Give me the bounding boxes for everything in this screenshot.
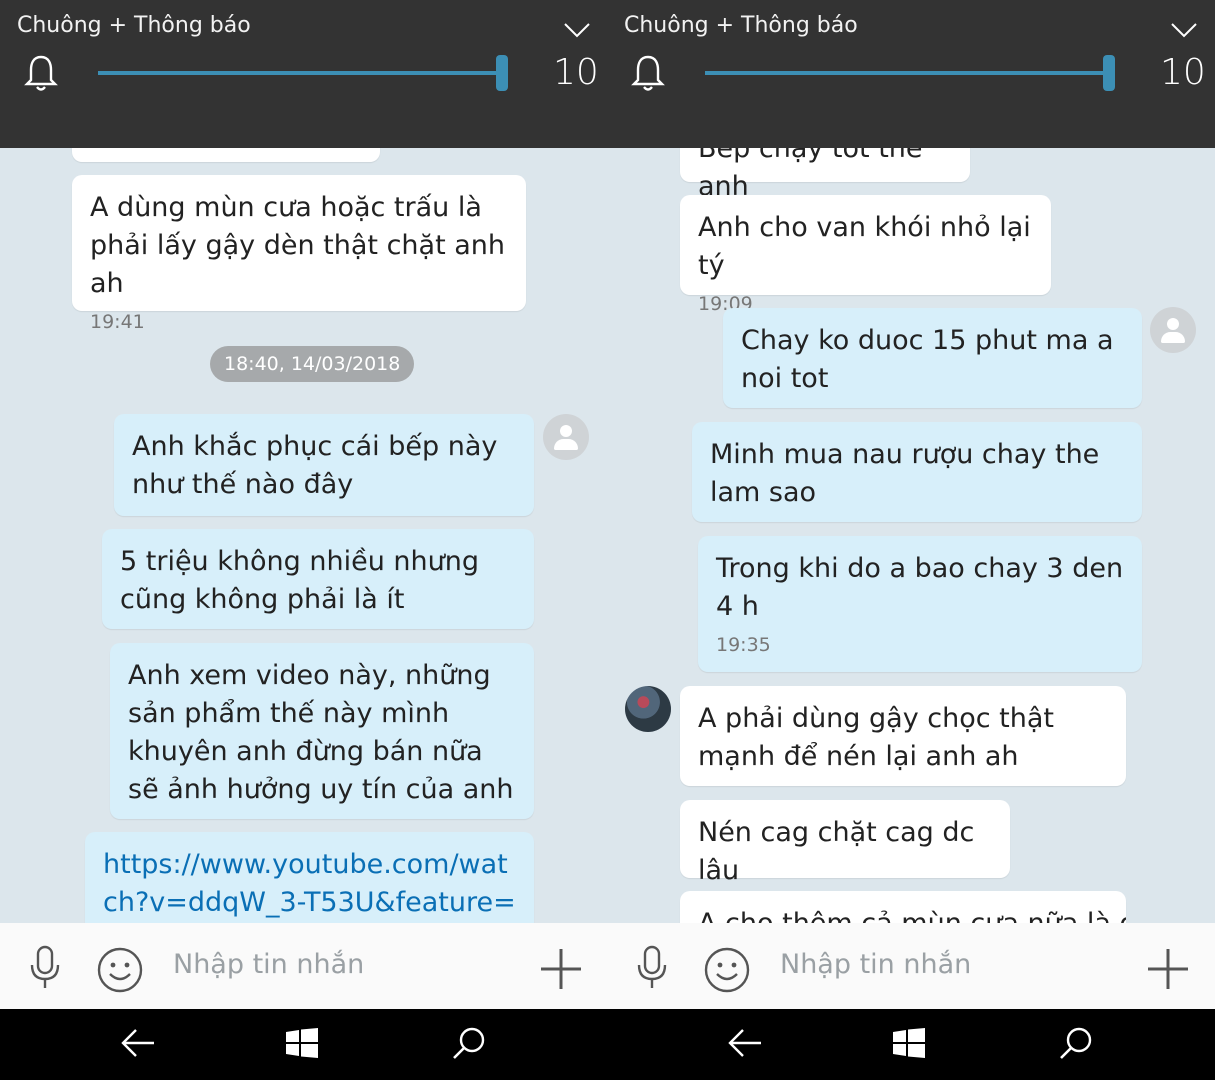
message-text: Bếp chạy tốt thế anh (698, 148, 923, 202)
sender-photo-avatar[interactable] (625, 686, 671, 732)
message-time: 19:35 (716, 634, 771, 656)
bell-icon[interactable] (24, 54, 58, 92)
message-text: A cho thêm cả mùn cưa nữa là dc (698, 908, 1126, 923)
emoji-icon[interactable] (96, 946, 144, 994)
system-nav-bar (0, 1009, 608, 1080)
message-text: Nén cag chặt cag dc lâu (698, 817, 975, 886)
search-icon[interactable] (452, 1026, 486, 1060)
volume-slider-track[interactable] (98, 71, 502, 75)
message-text: Chay ko duoc 15 phut ma a noi tot (741, 325, 1114, 394)
windows-start-icon[interactable] (893, 1028, 925, 1058)
compose-bar: Nhập tin nhắn (607, 923, 1215, 1009)
windows-start-icon[interactable] (286, 1028, 318, 1058)
left-phone-screen: Chuông + Thông báo 10 A dùng mùn cưa hoặ… (0, 0, 608, 1080)
conversation-area[interactable]: A dùng mùn cưa hoặc trấu là phải lấy gậy… (0, 148, 608, 923)
volume-slider-track[interactable] (705, 71, 1109, 75)
volume-slider-thumb[interactable] (496, 55, 508, 91)
message-bubble[interactable]: A dùng mùn cưa hoặc trấu là phải lấy gậy… (72, 175, 526, 333)
message-bubble[interactable]: Anh khắc phục cái bếp này như thế nào đâ… (114, 414, 534, 516)
message-bubble-partial[interactable] (72, 148, 380, 162)
contact-avatar-icon[interactable] (543, 414, 589, 460)
compose-bar: Nhập tin nhắn (0, 923, 608, 1009)
message-bubble[interactable]: Chay ko duoc 15 phut ma a noi tot (723, 308, 1142, 408)
volume-title: Chuông + Thông báo (624, 13, 858, 38)
volume-value: 10 (1160, 52, 1206, 93)
volume-panel: Chuông + Thông báo 10 (0, 0, 608, 148)
link-text[interactable]: https://www.youtube.com/watch?v=ddqW_3-T… (103, 849, 516, 923)
back-arrow-icon[interactable] (727, 1027, 763, 1059)
volume-title: Chuông + Thông báo (17, 13, 251, 38)
plus-icon[interactable] (539, 947, 583, 991)
message-text: Minh mua nau rượu chay the lam sao (710, 439, 1100, 508)
message-bubble[interactable]: A cho thêm cả mùn cưa nữa là dc (680, 891, 1126, 923)
message-bubble[interactable]: Nén cag chặt cag dc lâu (680, 800, 1010, 886)
message-text: Trong khi do a bao chay 3 den 4 h (716, 553, 1124, 622)
message-text: A dùng mùn cưa hoặc trấu là phải lấy gậy… (90, 192, 506, 299)
message-bubble[interactable]: 5 triệu không nhiều nhưng cũng không phả… (102, 529, 534, 629)
volume-panel: Chuông + Thông báo 10 (607, 0, 1215, 148)
message-bubble[interactable]: Anh xem video này, những sản phẩm thế nà… (110, 643, 534, 819)
message-bubble[interactable]: Anh cho van khói nhỏ lại tý 19:09 (680, 195, 1051, 315)
message-bubble[interactable]: Minh mua nau rượu chay the lam sao (692, 422, 1142, 522)
volume-slider-thumb[interactable] (1103, 55, 1115, 91)
right-phone-screen: Chuông + Thông báo 10 Bếp chạy tốt thế a… (607, 0, 1215, 1080)
contact-avatar-icon[interactable] (1150, 307, 1196, 353)
message-text: 5 triệu không nhiều nhưng cũng không phả… (120, 546, 479, 615)
message-input[interactable]: Nhập tin nhắn (780, 949, 971, 980)
message-link[interactable]: https://www.youtube.com/watch?v=ddqW_3-T… (85, 832, 534, 923)
back-arrow-icon[interactable] (120, 1027, 156, 1059)
chevron-down-icon[interactable] (564, 22, 590, 38)
message-text: Anh cho van khói nhỏ lại tý (698, 212, 1031, 281)
bell-icon[interactable] (631, 54, 665, 92)
message-time: 19:41 (90, 311, 145, 333)
message-text: Anh khắc phục cái bếp này như thế nào đâ… (132, 431, 498, 500)
emoji-icon[interactable] (703, 946, 751, 994)
message-text: Anh xem video này, những sản phẩm thế nà… (128, 660, 514, 805)
volume-value: 10 (553, 52, 599, 93)
date-separator: 18:40, 14/03/2018 (210, 346, 415, 382)
message-bubble[interactable]: Trong khi do a bao chay 3 den 4 h 19:35 (698, 536, 1142, 672)
search-icon[interactable] (1059, 1026, 1093, 1060)
message-bubble[interactable]: A phải dùng gậy chọc thật mạnh để nén lạ… (680, 686, 1126, 786)
message-text: A phải dùng gậy chọc thật mạnh để nén lạ… (698, 703, 1054, 772)
message-input[interactable]: Nhập tin nhắn (173, 949, 364, 980)
chevron-down-icon[interactable] (1171, 22, 1197, 38)
microphone-icon[interactable] (633, 945, 671, 991)
system-nav-bar (607, 1009, 1215, 1080)
message-bubble[interactable]: Bếp chạy tốt thế anh (680, 148, 970, 202)
plus-icon[interactable] (1146, 947, 1190, 991)
microphone-icon[interactable] (26, 945, 64, 991)
conversation-area[interactable]: Bếp chạy tốt thế anh Anh cho van khói nh… (607, 148, 1215, 923)
